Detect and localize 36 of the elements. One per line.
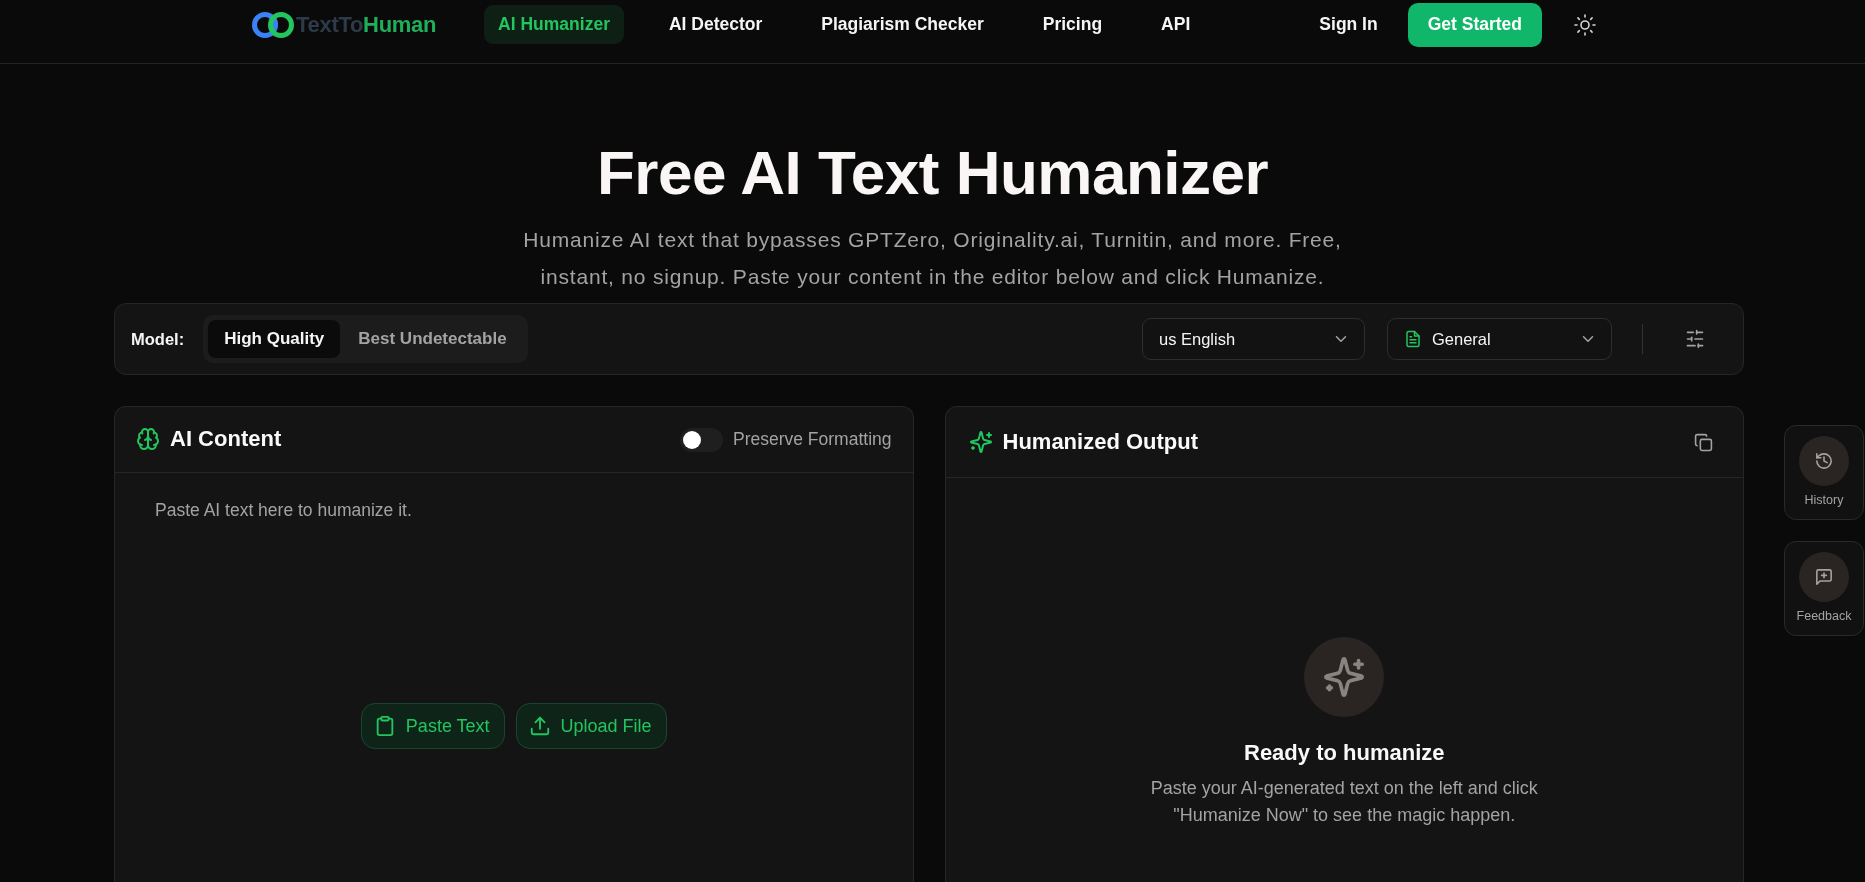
brain-icon bbox=[136, 427, 160, 452]
logo-text[interactable]: TextToHuman bbox=[296, 8, 437, 41]
model-tab[interactable]: High Quality bbox=[208, 320, 341, 358]
sliders-icon[interactable] bbox=[1685, 329, 1705, 349]
copy-icon[interactable] bbox=[1694, 432, 1713, 452]
mode-select[interactable]: General bbox=[1387, 318, 1612, 360]
sign-in-link[interactable]: Sign In bbox=[1319, 11, 1378, 38]
nav-link[interactable]: Plagiarism Checker bbox=[807, 5, 998, 44]
paste-text-button[interactable]: Paste Text bbox=[360, 703, 505, 749]
page-subtitle: Humanize AI text that bypasses GPTZero, Originality.ai, Turnitin, and more. Free, instant, no signup. Paste your content in the editor below and click Humanize. bbox=[522, 227, 1343, 290]
panel-title: AI Content bbox=[170, 426, 282, 453]
empty-state-title: Ready to humanize bbox=[1244, 741, 1445, 765]
empty-state-text: Paste your AI-generated text on the left and click "Humanize Now" to see the magic happen. bbox=[1149, 777, 1539, 827]
nav-link[interactable]: AI Detector bbox=[654, 5, 777, 44]
toggle-switch[interactable] bbox=[679, 427, 723, 452]
nav-link[interactable]: API bbox=[1147, 5, 1205, 44]
page-title: Free AI Text Humanizer bbox=[596, 138, 1269, 207]
editor-panel[interactable]: AI Content Preserve Formatting Paste AI text here to humanize it. Paste Text Upload File bbox=[114, 406, 914, 882]
nav-link[interactable]: AI Humanizer bbox=[484, 5, 624, 44]
feedback-button[interactable]: Feedback bbox=[1784, 541, 1864, 636]
model-label: Model: bbox=[131, 328, 185, 350]
document-icon bbox=[1404, 330, 1422, 348]
nav-link[interactable]: Pricing bbox=[1028, 5, 1117, 44]
history-icon bbox=[1799, 436, 1849, 486]
model-tab[interactable]: Best Undetectable bbox=[342, 320, 523, 358]
toggle-label: Preserve Formatting bbox=[732, 428, 892, 452]
sun-icon[interactable] bbox=[1573, 12, 1597, 37]
upload-icon bbox=[528, 715, 551, 737]
panel-title: Humanized Output bbox=[1002, 428, 1199, 456]
sparkle-icon bbox=[968, 430, 993, 454]
history-button[interactable]: History bbox=[1784, 425, 1864, 520]
upload-file-button[interactable]: Upload File bbox=[515, 703, 667, 749]
language-select[interactable]: us English bbox=[1142, 318, 1365, 360]
message-plus-icon bbox=[1799, 552, 1849, 602]
sparkle-icon bbox=[1304, 637, 1385, 717]
logo-icon bbox=[250, 9, 296, 40]
